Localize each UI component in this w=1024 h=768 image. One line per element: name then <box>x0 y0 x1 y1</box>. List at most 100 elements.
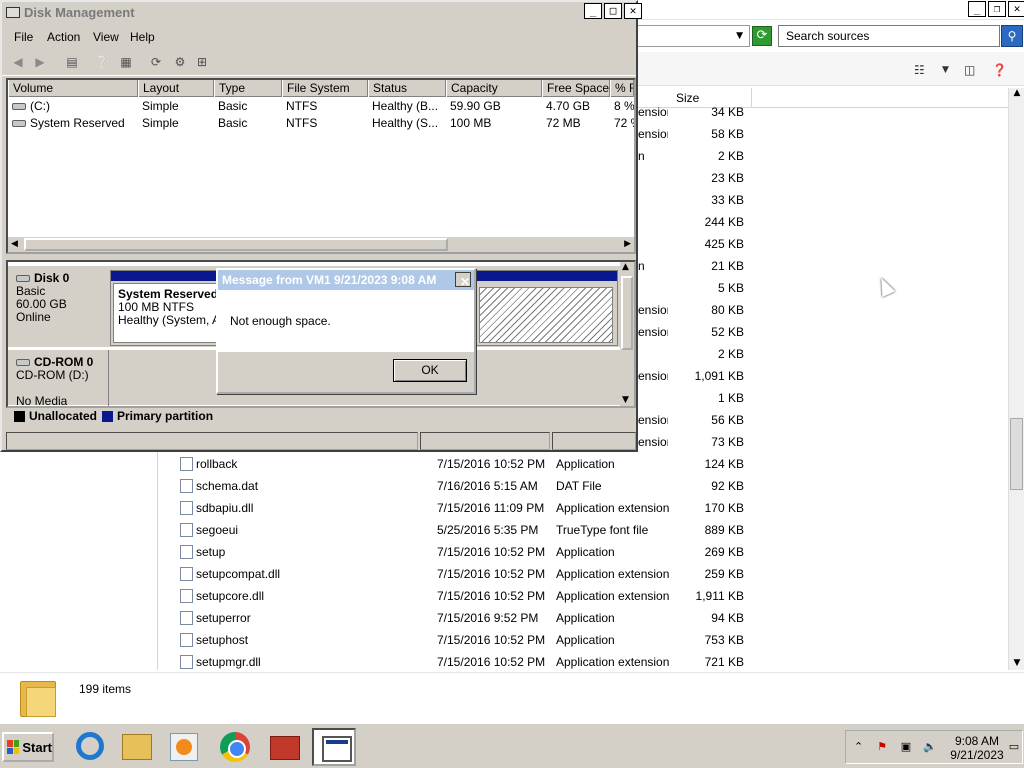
column-volume[interactable]: Volume <box>8 80 138 97</box>
file-row[interactable]: rollback 7/15/2016 10:52 PM Application 124… <box>0 453 760 475</box>
disk-view-scrollbar[interactable]: ▲ ▼ <box>620 262 634 406</box>
scroll-down-icon[interactable]: ▼ <box>1011 658 1023 668</box>
file-name: setupmgr.dll <box>196 655 261 669</box>
refresh-button[interactable]: ⟳ <box>752 26 772 46</box>
scroll-thumb[interactable] <box>621 276 633 350</box>
explorer-window-controls: _ ❐ ✕ <box>968 1 1024 17</box>
menu-file[interactable]: File <box>14 30 33 44</box>
file-row[interactable]: setupcore.dll 7/15/2016 10:52 PM Applicati… <box>0 585 760 607</box>
network-icon[interactable]: ▣ <box>898 740 914 754</box>
menu-help[interactable]: Help <box>130 30 155 44</box>
taskbar-internet-explorer[interactable] <box>66 728 110 766</box>
column-status[interactable]: Status <box>368 80 446 97</box>
taskbar-disk-management[interactable] <box>312 728 356 766</box>
file-row[interactable]: sdbapiu.dll 7/15/2016 11:09 PM Application… <box>0 497 760 519</box>
unallocated-swatch <box>14 411 25 422</box>
clock[interactable]: 9:08 AM 9/21/2023 <box>946 734 1008 762</box>
system-reserved-partition[interactable]: System Reserved 100 MB NTFS Healthy (Sys… <box>113 283 229 343</box>
help-icon[interactable]: ❔ <box>92 54 112 72</box>
show-hidden-icons-icon[interactable]: ⌃ <box>854 740 863 753</box>
view-details-icon[interactable]: ☷ <box>914 63 925 77</box>
ok-button[interactable]: OK <box>393 359 467 382</box>
dll-icon <box>180 589 193 603</box>
search-button[interactable]: ⚲ <box>1001 25 1023 47</box>
help-icon[interactable]: ❓ <box>992 63 1007 77</box>
restore-button[interactable]: ❐ <box>988 1 1006 17</box>
file-date: 7/15/2016 10:52 PM <box>437 633 546 647</box>
column-file-system[interactable]: File System <box>282 80 368 97</box>
scroll-right-icon[interactable]: ▶ <box>624 239 631 249</box>
action-center-flag-icon[interactable]: ⚑ <box>874 740 890 754</box>
close-button[interactable]: ✕ <box>1008 1 1024 17</box>
maximize-button[interactable]: □ <box>604 3 622 19</box>
volume-pct: 8 % <box>614 99 634 113</box>
volume-capacity: 59.90 GB <box>450 99 501 113</box>
show-hide-tree-icon[interactable]: ▤ <box>62 54 82 72</box>
file-date: 7/15/2016 10:52 PM <box>437 589 546 603</box>
file-list-scrollbar[interactable]: ▲ ▼ <box>1008 88 1024 670</box>
chevron-down-icon[interactable]: ▼ <box>942 65 949 75</box>
refresh-icon[interactable]: ⟳ <box>146 54 166 72</box>
volume-list-hscroll[interactable]: ◀ ▶ <box>8 236 634 252</box>
scroll-down-icon[interactable]: ▼ <box>622 395 629 405</box>
scroll-left-icon[interactable]: ◀ <box>11 239 18 249</box>
column-type[interactable]: Type <box>214 80 282 97</box>
column-free-space[interactable]: Free Space <box>542 80 610 97</box>
dialog-titlebar[interactable]: Message from VM1 9/21/2023 9:08 AM ✕ <box>218 270 474 290</box>
minimize-button[interactable]: _ <box>968 1 986 17</box>
file-row[interactable]: segoeui 5/25/2016 5:35 PM TrueType font fi… <box>0 519 760 541</box>
taskbar-media-player[interactable] <box>162 728 206 766</box>
forward-arrow-icon[interactable]: ▶ <box>30 54 50 72</box>
dialog-close-button[interactable]: ✕ <box>455 272 471 289</box>
back-arrow-icon[interactable]: ◀ <box>8 54 28 72</box>
volume-muted-icon[interactable]: 🔈 <box>922 740 938 754</box>
volume-row[interactable]: (C:) Simple Basic NTFS Healthy (B... 59.90 GB… <box>8 98 634 115</box>
file-size: 58 KB <box>711 127 744 141</box>
scroll-thumb[interactable] <box>24 238 448 251</box>
file-row[interactable]: setuphost 7/15/2016 10:52 PM Application 75… <box>0 629 760 651</box>
file-row[interactable]: setuperror 7/15/2016 9:52 PM Application 94… <box>0 607 760 629</box>
taskbar-file-explorer[interactable] <box>114 728 158 766</box>
explorer-titlebar: _ ❐ ✕ <box>638 0 1024 20</box>
items-count: 199 items <box>79 682 132 696</box>
file-row[interactable]: setup 7/15/2016 10:52 PM Application 269 KB <box>0 541 760 563</box>
file-size: 244 KB <box>704 215 744 229</box>
chevron-down-icon[interactable]: ▼ <box>736 31 743 41</box>
scroll-up-icon[interactable]: ▲ <box>1011 88 1023 98</box>
hard-disk-icon <box>16 275 30 283</box>
system-reserved-info: System Reserved 100 MB NTFS Healthy (Sys… <box>118 288 230 327</box>
scroll-up-icon[interactable]: ▲ <box>622 262 629 272</box>
file-size: 170 KB <box>704 501 744 515</box>
preview-pane-icon[interactable]: ◫ <box>964 63 975 77</box>
menu-view[interactable]: View <box>93 30 119 44</box>
file-row[interactable]: schema.dat 7/16/2016 5:15 AM DAT File 92 KB <box>0 475 760 497</box>
column-layout[interactable]: Layout <box>138 80 214 97</box>
rescan-icon[interactable]: ⊞ <box>192 54 212 72</box>
address-bar[interactable]: ▼ <box>638 25 750 47</box>
file-row[interactable]: setupmgr.dll 7/15/2016 10:52 PM Applicatio… <box>0 651 760 673</box>
menu-action[interactable]: Action <box>47 30 80 44</box>
column-capacity[interactable]: Capacity <box>446 80 542 97</box>
file-size: 5 KB <box>717 281 744 295</box>
c-drive-partition-selected[interactable] <box>479 287 613 343</box>
column-percent-free[interactable]: % Fr <box>610 80 634 97</box>
start-button[interactable]: Start <box>2 732 54 762</box>
file-row[interactable]: setupcompat.dll 7/15/2016 10:52 PM Applica… <box>0 563 760 585</box>
taskbar-toolbox[interactable] <box>262 728 306 766</box>
disk-management-icon <box>322 736 352 762</box>
scroll-thumb[interactable] <box>1010 418 1023 490</box>
file-size: 425 KB <box>704 237 744 251</box>
disk-management-titlebar[interactable]: Disk Management _ □ ✕ <box>2 2 642 24</box>
properties-icon[interactable]: ▦ <box>116 54 136 72</box>
internet-explorer-icon <box>76 732 104 760</box>
status-pane-1 <box>6 432 418 450</box>
volume-row[interactable]: System Reserved Simple Basic NTFS Healthy (S… <box>8 115 634 132</box>
minimize-button[interactable]: _ <box>584 3 602 19</box>
show-desktop-icon[interactable]: ▭ <box>1006 740 1022 754</box>
search-input[interactable]: Search sources <box>778 25 1000 47</box>
settings-icon[interactable]: ⚙ <box>170 54 190 72</box>
close-button[interactable]: ✕ <box>624 3 642 19</box>
file-name: rollback <box>196 457 238 471</box>
file-type: DAT File <box>556 479 602 493</box>
taskbar-chrome[interactable] <box>212 728 256 766</box>
